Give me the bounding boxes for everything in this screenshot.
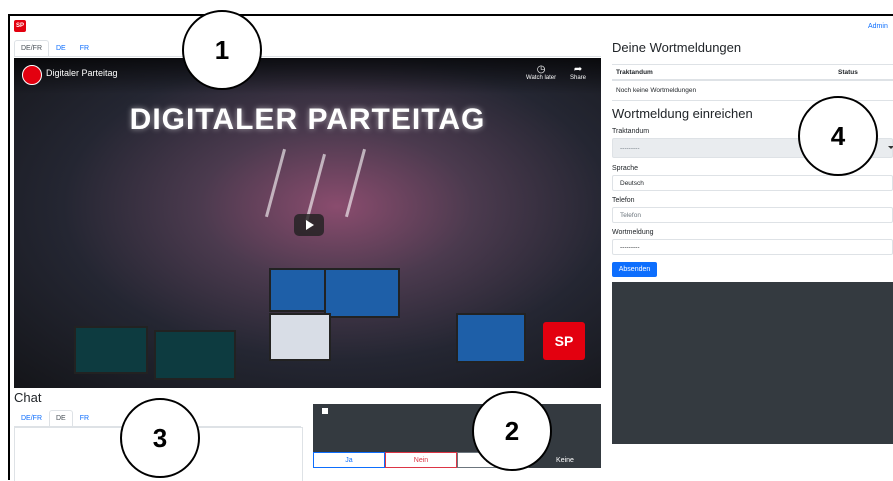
chat-language-tabs: DE/FR DE FR	[14, 410, 96, 427]
chevron-down-icon	[888, 146, 893, 149]
column-status: Status	[838, 69, 858, 76]
tab-fr[interactable]: FR	[73, 40, 96, 57]
table-header: Traktandum Status	[612, 64, 893, 81]
admin-link[interactable]: Admin	[868, 23, 888, 30]
column-traktandum: Traktandum	[616, 69, 653, 76]
share-button[interactable]: ➦ Share	[570, 64, 586, 81]
video-player[interactable]: Digitaler Parteitag ◷ Watch later ➦ Shar…	[14, 58, 601, 388]
sp-badge-logo: SP	[543, 322, 585, 360]
tab-de[interactable]: DE	[49, 40, 73, 57]
watch-later-label: Watch later	[526, 75, 557, 81]
video-banner-text: DIGITALER PARTEITAG	[129, 103, 486, 136]
callout-3: 3	[120, 398, 200, 478]
chat-title: Chat	[14, 390, 42, 405]
play-button[interactable]	[294, 214, 324, 236]
light-beam	[304, 153, 327, 223]
vote-buttons: Ja Nein Enth Keine	[313, 452, 601, 468]
laptop-screen	[456, 313, 526, 363]
chat-tab-fr[interactable]: FR	[73, 410, 96, 427]
share-label: Share	[570, 75, 587, 81]
wortmeldung-label: Wortmeldung	[612, 229, 654, 236]
share-arrow-icon: ➦	[573, 64, 583, 75]
light-beam	[264, 148, 287, 218]
telefon-input[interactable]: Telefon	[612, 207, 893, 223]
monitor-screen	[74, 326, 148, 374]
tab-de-fr[interactable]: DE/FR	[14, 40, 49, 57]
callout-1: 1	[182, 10, 262, 90]
telefon-label: Telefon	[612, 197, 635, 204]
monitor-screen	[324, 268, 400, 318]
wortmeldung-select[interactable]: ---------	[612, 239, 893, 255]
vote-no-button[interactable]: Nein	[385, 452, 457, 468]
sp-logo[interactable]: SP	[14, 20, 26, 32]
callout-2: 2	[472, 391, 552, 471]
chat-tab-de[interactable]: DE	[49, 410, 73, 427]
channel-avatar-icon[interactable]	[22, 65, 42, 85]
vote-yes-button[interactable]: Ja	[313, 452, 385, 468]
form-title: Wortmeldung einreichen	[612, 106, 753, 121]
chat-tab-de-fr[interactable]: DE/FR	[14, 410, 49, 427]
submit-button[interactable]: Absenden	[612, 262, 657, 277]
wortmeldungen-title: Deine Wortmeldungen	[612, 40, 742, 55]
traktandum-label: Traktandum	[612, 128, 650, 135]
vote-checkbox[interactable]	[322, 408, 328, 414]
monitor-screen	[154, 330, 236, 380]
sprache-select[interactable]: Deutsch	[612, 175, 893, 191]
clock-icon: ◷	[536, 64, 546, 75]
info-panel	[612, 282, 893, 444]
light-beam	[344, 148, 367, 218]
sprache-label: Sprache	[612, 165, 639, 172]
tabs-divider	[14, 56, 601, 57]
callout-4: 4	[798, 96, 878, 176]
laptop-screen	[269, 313, 331, 361]
video-title[interactable]: Digitaler Parteitag	[46, 68, 118, 78]
video-language-tabs: DE/FR DE FR	[14, 40, 96, 57]
watch-later-button[interactable]: ◷ Watch later	[526, 64, 556, 81]
wortmeldungen-table: Traktandum Status Noch keine Wortmeldung…	[612, 64, 893, 101]
